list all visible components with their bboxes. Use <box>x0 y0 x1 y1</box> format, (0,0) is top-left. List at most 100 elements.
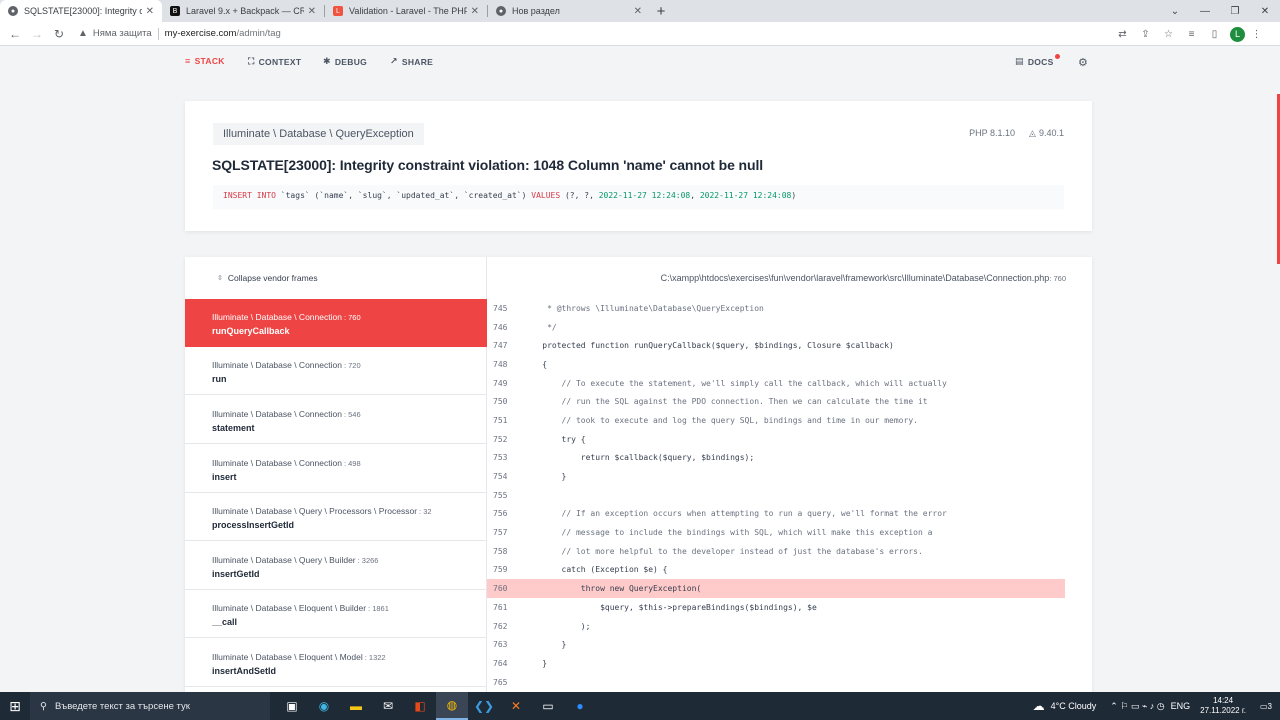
frame-function: insertGetId <box>212 569 260 579</box>
collapse-icon: ⇳ <box>217 275 223 282</box>
sidebar-icon[interactable]: ▯ <box>1203 29 1226 40</box>
frame-function: runQueryCallback <box>212 326 290 336</box>
tab-new-section[interactable]: ● Нов раздел ✕ <box>488 0 650 22</box>
file-path-text: C:\xampp\htdocs\exercises\fun\vendor\lar… <box>660 273 1050 283</box>
weather-widget[interactable]: ☁ 4°C Cloudy <box>1033 699 1097 713</box>
line-code: } <box>523 472 567 482</box>
menu-icon[interactable]: ⋮ <box>1245 29 1268 40</box>
reload-icon[interactable]: ↻ <box>48 23 70 45</box>
code-viewer: C:\xampp\htdocs\exercises\fun\vendor\lar… <box>487 257 1092 692</box>
translate-icon[interactable]: ⇄ <box>1111 29 1134 40</box>
weather-text: 4°C Cloudy <box>1050 701 1097 711</box>
nav-debug[interactable]: ✱ DEBUG <box>323 56 367 67</box>
taskbar-search[interactable]: ⚲ Въведете текст за търсене тук <box>30 692 270 720</box>
language-indicator[interactable]: ENG <box>1171 701 1191 711</box>
nav-context[interactable]: ⛶ CONTEXT <box>248 56 301 67</box>
mail-icon[interactable]: ✉ <box>372 692 404 720</box>
new-tab-button[interactable]: + <box>650 0 672 22</box>
stack-frame[interactable]: Illuminate \ Database \ Eloquent \ Model… <box>185 639 487 687</box>
file-explorer-icon[interactable]: ▬ <box>340 692 372 720</box>
nav-share[interactable]: ↗ SHARE <box>390 56 433 67</box>
avatar[interactable]: L <box>1230 26 1245 42</box>
tab-backpack[interactable]: B Laravel 9.x + Backpack — CRUD ✕ <box>162 0 324 22</box>
file-path[interactable]: C:\xampp\htdocs\exercises\fun\vendor\lar… <box>661 273 1066 283</box>
stack-frame[interactable]: Illuminate \ Database \ Query \ Builder:… <box>185 542 487 590</box>
nav-context-label: CONTEXT <box>258 56 302 67</box>
collapse-vendor-frames-button[interactable]: ⇳ Collapse vendor frames <box>217 273 318 283</box>
notification-button[interactable]: ▭ 3 <box>1256 696 1276 716</box>
frame-function: __call <box>212 617 238 627</box>
tab-title: Нов раздел <box>512 6 560 16</box>
settings-button[interactable]: ⚙ <box>1078 56 1088 69</box>
exception-class: Illuminate \ Database \ QueryException <box>213 123 424 145</box>
stack-frame[interactable]: Illuminate \ Database \ Connection: 720 … <box>185 347 487 395</box>
line-number: 764 <box>493 658 508 668</box>
task-view-icon[interactable]: ▣ <box>276 692 308 720</box>
back-icon[interactable]: ← <box>4 23 26 45</box>
clock[interactable]: 14:24 27.11.2022 г. <box>1200 696 1246 716</box>
tray-icons[interactable]: ⌃ ⚐ ▭ ⌁ ♪ ◷ <box>1110 701 1164 712</box>
collapse-label: Collapse vendor frames <box>227 273 318 283</box>
security-label[interactable]: Няма защита <box>93 28 152 39</box>
reading-list-icon[interactable]: ≡ <box>1180 29 1203 40</box>
restore-icon[interactable]: ❐ <box>1220 0 1250 22</box>
zoom-icon[interactable]: ● <box>564 692 596 720</box>
office-icon[interactable]: ◧ <box>404 692 436 720</box>
tab-validation[interactable]: L Validation - Laravel - The PHP Fr ✕ <box>325 0 487 22</box>
close-icon[interactable]: ✕ <box>471 6 479 17</box>
line-code: // lot more helpful to the developer ins… <box>523 546 923 556</box>
minimize-icon[interactable]: — <box>1190 0 1220 22</box>
search-placeholder: Въведете текст за търсене тук <box>54 700 190 712</box>
address-bar: ← → ↻ ▲ Няма защита my-exercise.com /adm… <box>0 22 1280 46</box>
stack-icon: ≡ <box>185 56 191 66</box>
stack-frame[interactable]: Illuminate \ Database \ Connection: 546 … <box>185 396 487 444</box>
nav-share-label: SHARE <box>401 56 434 67</box>
stack-frame[interactable]: Illuminate \ Database \ Query \ Processo… <box>185 493 487 541</box>
terminal-icon[interactable]: ▭ <box>532 692 564 720</box>
chrome-icon[interactable]: ◍ <box>436 692 468 720</box>
nav-stack[interactable]: ≡ STACK <box>185 56 225 66</box>
url-input[interactable]: ▲ Няма защита my-exercise.com /admin/tag <box>78 24 281 44</box>
sql-date: 2022-11-27 12:24:08 <box>699 191 792 200</box>
line-number: 758 <box>493 546 508 556</box>
versions: PHP 8.1.10 ◬ 9.40.1 <box>955 128 1064 139</box>
frame-line: : 498 <box>343 459 361 468</box>
close-window-icon[interactable]: ✕ <box>1250 0 1280 22</box>
line-code: */ <box>523 322 557 332</box>
windows-start-button[interactable]: ⊞ <box>0 692 30 720</box>
line-code: * @throws \Illuminate\Database\QueryExce… <box>523 303 764 313</box>
star-icon[interactable]: ☆ <box>1157 29 1180 40</box>
close-icon[interactable]: ✕ <box>308 6 316 17</box>
globe-icon: ● <box>8 6 18 16</box>
stack-frame[interactable]: Illuminate \ Database \ Connection: 498 … <box>185 445 487 493</box>
bug-icon: ✱ <box>323 56 331 66</box>
line-number: 748 <box>493 359 508 369</box>
edge-icon[interactable]: ◉ <box>308 692 340 720</box>
line-number: 754 <box>493 472 508 482</box>
share-icon[interactable]: ⇪ <box>1134 29 1157 40</box>
code-line: 762 ); <box>487 617 1092 636</box>
warning-icon[interactable]: ▲ <box>78 28 88 39</box>
close-icon[interactable]: ✕ <box>634 6 642 17</box>
taskbar-apps: ▣ ◉ ▬ ✉ ◧ ◍ ❮❯ ✕ ▭ ● <box>276 692 596 720</box>
sql-text: (?, ?, <box>560 191 599 200</box>
nav-docs[interactable]: ▤ DOCS <box>1015 53 1060 67</box>
tab-sqlstate[interactable]: ● SQLSTATE[23000]: Integrity constr ✕ <box>0 0 162 22</box>
nav-debug-label: DEBUG <box>334 56 368 67</box>
code-line: 755 <box>487 486 1092 505</box>
code-line: 748 { <box>487 355 1092 374</box>
code-line: 753 return $callback($query, $bindings); <box>487 449 1092 468</box>
url-path: /admin/tag <box>236 28 281 39</box>
chevron-down-icon[interactable]: ⌄ <box>1160 0 1190 22</box>
line-number: 750 <box>493 397 508 407</box>
frame-function: insertAndSetId <box>212 666 277 676</box>
url-host: my-exercise.com <box>164 28 237 39</box>
frame-class: Illuminate \ Database \ Connection <box>212 312 342 322</box>
close-icon[interactable]: ✕ <box>146 6 154 17</box>
xampp-icon[interactable]: ✕ <box>500 692 532 720</box>
sql-query: INSERT INTO `tags` (`name`, `slug`, `upd… <box>213 185 1064 209</box>
vscode-icon[interactable]: ❮❯ <box>468 692 500 720</box>
forward-icon[interactable]: → <box>26 23 48 45</box>
stack-frame[interactable]: Illuminate \ Database \ Connection: 760 … <box>185 299 487 347</box>
stack-frame[interactable]: Illuminate \ Database \ Eloquent \ Build… <box>185 590 487 638</box>
